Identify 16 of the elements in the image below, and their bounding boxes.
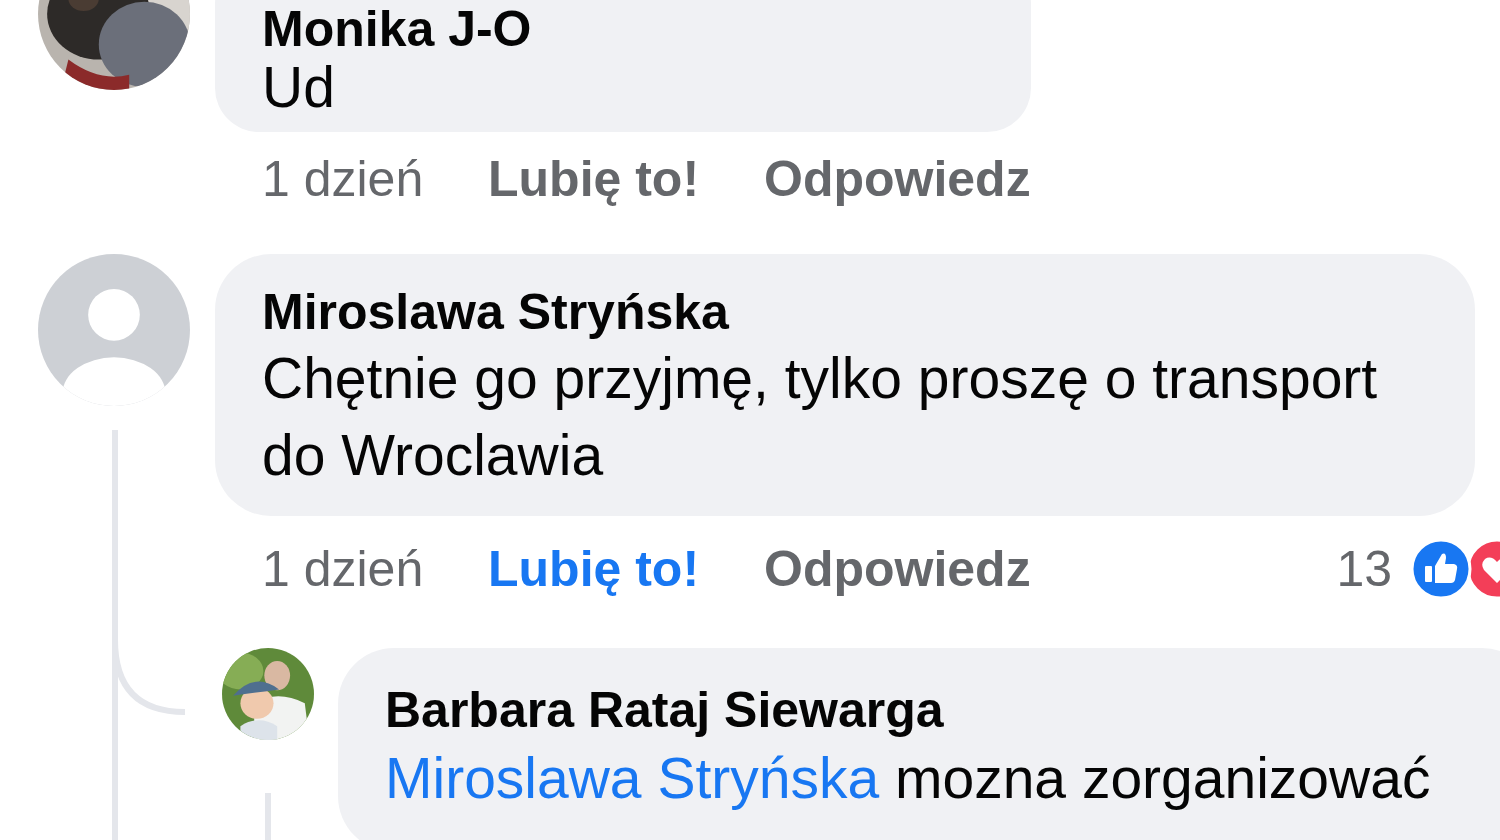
- thread-line: [265, 793, 271, 840]
- reaction-count: 13: [1336, 544, 1392, 594]
- comment-author[interactable]: Monika J-O: [262, 2, 984, 56]
- reply-author[interactable]: Barbara Rataj Siewarga: [385, 682, 1491, 738]
- reply-text: Miroslawa Stryńska mozna zorganizować: [385, 745, 1432, 812]
- thumbs-up-icon: [1410, 538, 1472, 600]
- reply-link[interactable]: Odpowiedz: [764, 154, 1031, 204]
- comment-author[interactable]: Miroslawa Stryńska: [262, 284, 1428, 340]
- like-link[interactable]: Lubię to!: [488, 154, 764, 204]
- mention-link[interactable]: Miroslawa Stryńska: [385, 746, 880, 810]
- reply-link[interactable]: Odpowiedz: [764, 544, 1031, 594]
- comment-text: Chętnie go przyjmę, tylko proszę o transport do Wroclawia: [262, 345, 1379, 489]
- comment-time: 1 dzień: [262, 154, 425, 204]
- like-link[interactable]: Lubię to!: [488, 544, 764, 594]
- comment-text: Ud: [262, 56, 336, 118]
- comment-time: 1 dzień: [262, 544, 425, 594]
